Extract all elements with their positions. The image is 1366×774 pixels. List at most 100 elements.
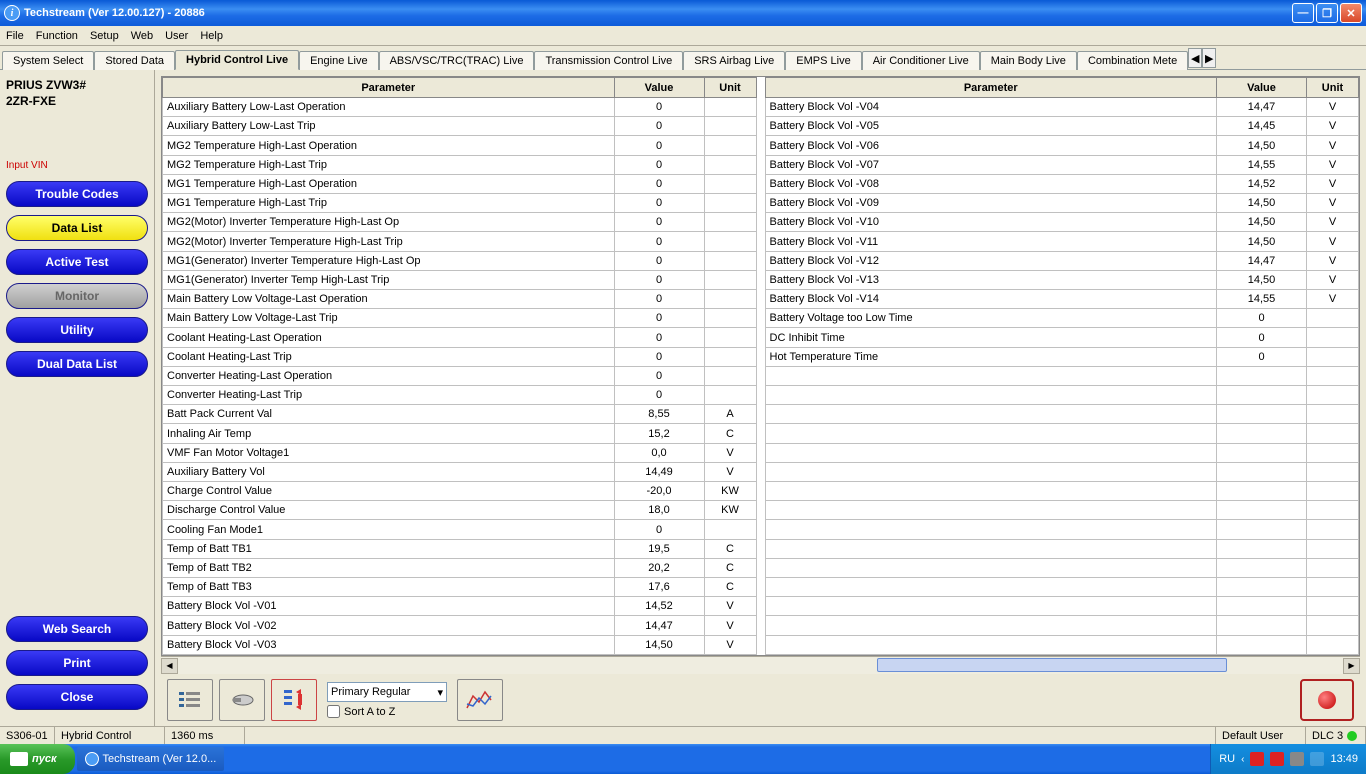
table-row[interactable]: MG1(Generator) Inverter Temp High-Last T… (163, 270, 757, 289)
data-list-button[interactable]: Data List (6, 215, 148, 241)
web-search-button[interactable]: Web Search (6, 616, 148, 642)
tray-icon-2[interactable] (1270, 752, 1284, 766)
tab-hybrid-control-live[interactable]: Hybrid Control Live (175, 50, 299, 70)
expand-button[interactable] (271, 679, 317, 721)
dual-data-list-button[interactable]: Dual Data List (6, 351, 148, 377)
tab-transmission-control-live[interactable]: Transmission Control Live (534, 51, 683, 70)
table-row[interactable]: MG2(Motor) Inverter Temperature High-Las… (163, 232, 757, 251)
tab-scroll-left[interactable]: ◀ (1188, 48, 1202, 68)
table-row[interactable]: Battery Voltage too Low Time0 (765, 309, 1359, 328)
menu-user[interactable]: User (165, 30, 188, 42)
table-row[interactable]: Battery Block Vol -V0114,52V (163, 597, 757, 616)
menu-setup[interactable]: Setup (90, 30, 119, 42)
table-row[interactable]: Main Battery Low Voltage-Last Operation0 (163, 290, 757, 309)
tab-abs-vsc-trc-live[interactable]: ABS/VSC/TRC(TRAC) Live (379, 51, 535, 70)
table-row[interactable]: Auxiliary Battery Low-Last Trip0 (163, 117, 757, 136)
tray-icon-4[interactable] (1310, 752, 1324, 766)
custom-list-button[interactable] (219, 679, 265, 721)
col-value[interactable]: Value (1217, 78, 1307, 98)
tab-main-body-live[interactable]: Main Body Live (980, 51, 1077, 70)
tray-icon-3[interactable] (1290, 752, 1304, 766)
tab-scroll-right[interactable]: ▶ (1202, 48, 1216, 68)
col-value[interactable]: Value (614, 78, 704, 98)
menu-web[interactable]: Web (131, 30, 153, 42)
menu-file[interactable]: File (6, 30, 24, 42)
tab-combination-meter[interactable]: Combination Mete (1077, 51, 1188, 70)
table-row[interactable]: Coolant Heating-Last Trip0 (163, 347, 757, 366)
tab-srs-airbag-live[interactable]: SRS Airbag Live (683, 51, 785, 70)
minimize-button[interactable]: — (1292, 3, 1314, 23)
table-row[interactable]: Battery Block Vol -V1414,55V (765, 290, 1359, 309)
table-row[interactable]: VMF Fan Motor Voltage10,0V (163, 443, 757, 462)
trouble-codes-button[interactable]: Trouble Codes (6, 181, 148, 207)
col-parameter[interactable]: Parameter (765, 78, 1217, 98)
table-row[interactable]: MG1(Generator) Inverter Temperature High… (163, 251, 757, 270)
table-row[interactable]: Battery Block Vol -V1314,50V (765, 270, 1359, 289)
col-unit[interactable]: Unit (704, 78, 756, 98)
table-row[interactable]: MG2 Temperature High-Last Operation0 (163, 136, 757, 155)
table-row[interactable]: Coolant Heating-Last Operation0 (163, 328, 757, 347)
table-row[interactable]: Battery Block Vol -V1014,50V (765, 213, 1359, 232)
horizontal-scrollbar[interactable]: ◀ ▶ (161, 656, 1360, 674)
table-row[interactable]: Battery Block Vol -V0414,47V (765, 98, 1359, 117)
tab-engine-live[interactable]: Engine Live (299, 51, 379, 70)
active-test-button[interactable]: Active Test (6, 249, 148, 275)
table-row[interactable]: Battery Block Vol -V0614,50V (765, 136, 1359, 155)
scroll-left-button[interactable]: ◀ (161, 658, 178, 674)
scroll-thumb[interactable] (877, 658, 1227, 672)
start-button[interactable]: пуск (0, 744, 75, 774)
tab-air-conditioner-live[interactable]: Air Conditioner Live (862, 51, 980, 70)
clock[interactable]: 13:49 (1330, 753, 1358, 765)
utility-button[interactable]: Utility (6, 317, 148, 343)
scroll-track[interactable] (178, 658, 1343, 674)
table-row[interactable]: Discharge Control Value18,0KW (163, 501, 757, 520)
close-button[interactable]: Close (6, 684, 148, 710)
tray-expand-icon[interactable]: ‹ (1241, 754, 1244, 765)
taskbar-item-techstream[interactable]: Techstream (Ver 12.0... (77, 747, 225, 771)
graph-button[interactable] (457, 679, 503, 721)
table-row[interactable]: Charge Control Value-20,0KW (163, 482, 757, 501)
table-row[interactable]: Battery Block Vol -V0914,50V (765, 194, 1359, 213)
tray-icon-1[interactable] (1250, 752, 1264, 766)
print-button[interactable]: Print (6, 650, 148, 676)
tab-emps-live[interactable]: EMPS Live (785, 51, 861, 70)
table-row[interactable]: MG2(Motor) Inverter Temperature High-Las… (163, 213, 757, 232)
col-parameter[interactable]: Parameter (163, 78, 615, 98)
menu-help[interactable]: Help (200, 30, 223, 42)
tab-system-select[interactable]: System Select (2, 51, 94, 70)
input-vin-label[interactable]: Input VIN (6, 160, 148, 171)
table-row[interactable]: Battery Block Vol -V0514,45V (765, 117, 1359, 136)
table-row[interactable]: DC Inhibit Time0 (765, 328, 1359, 347)
table-row[interactable]: Temp of Batt TB317,6C (163, 578, 757, 597)
table-row[interactable]: MG1 Temperature High-Last Operation0 (163, 174, 757, 193)
lang-indicator[interactable]: RU (1219, 753, 1235, 765)
table-row[interactable]: Converter Heating-Last Operation0 (163, 366, 757, 385)
table-row[interactable]: Battery Block Vol -V0814,52V (765, 174, 1359, 193)
table-row[interactable]: MG2 Temperature High-Last Trip0 (163, 155, 757, 174)
table-row[interactable]: Cooling Fan Mode10 (163, 520, 757, 539)
table-row[interactable]: Temp of Batt TB119,5C (163, 539, 757, 558)
table-row[interactable]: Battery Block Vol -V0714,55V (765, 155, 1359, 174)
table-row[interactable]: Battery Block Vol -V0214,47V (163, 616, 757, 635)
table-row[interactable]: Battery Block Vol -V1214,47V (765, 251, 1359, 270)
table-row[interactable]: Auxiliary Battery Vol14,49V (163, 462, 757, 481)
menu-function[interactable]: Function (36, 30, 78, 42)
col-unit[interactable]: Unit (1307, 78, 1359, 98)
table-row[interactable]: Battery Block Vol -V0314,50V (163, 635, 757, 654)
table-row[interactable]: Battery Block Vol -V1114,50V (765, 232, 1359, 251)
table-row[interactable]: Batt Pack Current Val8,55A (163, 405, 757, 424)
table-row[interactable]: MG1 Temperature High-Last Trip0 (163, 194, 757, 213)
table-row[interactable]: Main Battery Low Voltage-Last Trip0 (163, 309, 757, 328)
table-row[interactable]: Converter Heating-Last Trip0 (163, 386, 757, 405)
record-button[interactable] (1300, 679, 1354, 721)
table-row[interactable]: Hot Temperature Time0 (765, 347, 1359, 366)
list-view-button[interactable] (167, 679, 213, 721)
scroll-right-button[interactable]: ▶ (1343, 658, 1360, 674)
close-window-button[interactable]: ✕ (1340, 3, 1362, 23)
maximize-button[interactable]: ❐ (1316, 3, 1338, 23)
table-row[interactable]: Auxiliary Battery Low-Last Operation0 (163, 98, 757, 117)
table-row[interactable]: Inhaling Air Temp15,2C (163, 424, 757, 443)
sort-checkbox[interactable] (327, 705, 340, 718)
combo-primary[interactable]: Primary Regular ▾ (327, 682, 447, 702)
monitor-button[interactable]: Monitor (6, 283, 148, 309)
